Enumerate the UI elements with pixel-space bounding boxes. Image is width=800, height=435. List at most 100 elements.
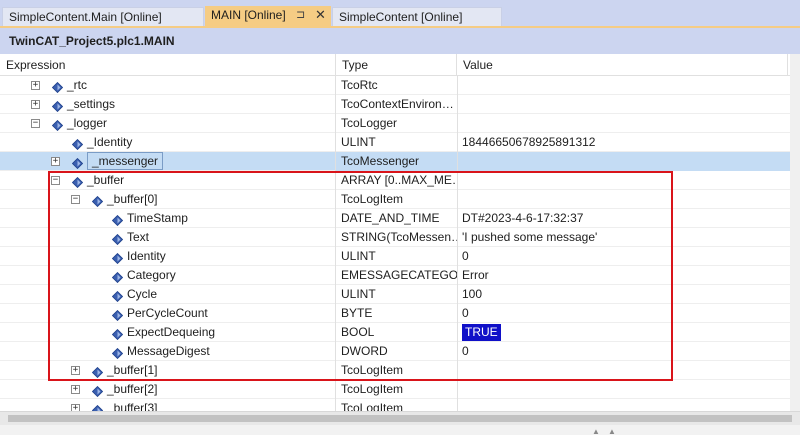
variable-icon (111, 213, 124, 227)
type-cell: DATE_AND_TIME (335, 209, 457, 228)
expression-cell: + _buffer[1] (0, 361, 335, 380)
table-row[interactable]: Text STRING(TcoMessen… 'I pushed some mess… (0, 228, 790, 247)
value-cell[interactable] (457, 190, 790, 209)
type-cell: ULINT (335, 285, 457, 304)
value-cell[interactable]: TRUE (457, 323, 790, 342)
type-cell: ULINT (335, 133, 457, 152)
expand-plus-icon[interactable]: + (71, 404, 80, 411)
value-cell[interactable]: DT#2023-4-6-17:32:37 (457, 209, 790, 228)
tab-label: MAIN [Online] (211, 8, 286, 22)
variable-icon (111, 346, 124, 360)
splitter-grip-icon[interactable]: ▲ (608, 427, 616, 435)
horizontal-scrollbar[interactable] (0, 411, 800, 425)
table-row[interactable]: ExpectDequeing BOOL TRUE (0, 323, 790, 342)
value-cell[interactable] (457, 380, 790, 399)
value-cell[interactable] (457, 361, 790, 380)
variable-icon (71, 175, 84, 189)
value-cell[interactable] (457, 76, 790, 95)
expand-plus-icon[interactable]: + (71, 366, 80, 375)
value-cell[interactable]: Error (457, 266, 790, 285)
column-header-expression[interactable]: Expression (0, 54, 336, 76)
variable-name: PerCycleCount (127, 306, 208, 320)
table-row[interactable]: + _messenger TcoMessenger (0, 152, 790, 171)
type-cell: TcoContextEnviron… (335, 95, 457, 114)
expression-cell: ExpectDequeing (0, 323, 335, 342)
tab-main[interactable]: MAIN [Online] ⊐ ✕ (205, 6, 331, 26)
type-cell: TcoLogItem (335, 399, 457, 411)
tab-simplecontent[interactable]: SimpleContent [Online] (332, 7, 502, 26)
table-row[interactable]: Category EMESSAGECATEGORY Error (0, 266, 790, 285)
column-header-type[interactable]: Type (336, 54, 457, 76)
type-cell: DWORD (335, 342, 457, 361)
type-cell: TcoLogger (335, 114, 457, 133)
value-cell[interactable]: 0 (457, 304, 790, 323)
variable-name: ExpectDequeing (127, 325, 216, 339)
splitter-grip-icon[interactable]: ▲ (592, 427, 600, 435)
expression-cell: Category (0, 266, 335, 285)
value-cell[interactable]: 18446650678925891312 (457, 133, 790, 152)
variable-icon (91, 403, 104, 411)
type-cell: EMESSAGECATEGORY (335, 266, 457, 285)
type-cell: TcoMessenger (335, 152, 457, 171)
variable-icon (111, 327, 124, 341)
expand-plus-icon[interactable]: + (71, 385, 80, 394)
value-cell[interactable] (457, 152, 790, 171)
value-text: 0 (462, 306, 469, 320)
variable-name: Identity (127, 249, 166, 263)
table-row[interactable]: MessageDigest DWORD 0 (0, 342, 790, 361)
table-row[interactable]: Identity ULINT 0 (0, 247, 790, 266)
value-text: 100 (462, 287, 483, 301)
table-row[interactable]: Cycle ULINT 100 (0, 285, 790, 304)
table-row[interactable]: + _buffer[3] TcoLogItem (0, 399, 790, 411)
value-cell[interactable] (457, 171, 790, 190)
type-cell: TcoLogItem (335, 380, 457, 399)
table-row[interactable]: + _buffer[1] TcoLogItem (0, 361, 790, 380)
table-row[interactable]: TimeStamp DATE_AND_TIME DT#2023-4-6-17:32:… (0, 209, 790, 228)
variable-tree-grid: + _rtc TcoRtc + _settings TcoContextEnviron… −… (0, 76, 790, 411)
value-text: 'I pushed some message' (462, 230, 598, 244)
collapse-minus-icon[interactable]: − (71, 195, 80, 204)
column-header-value[interactable]: Value (457, 54, 790, 76)
horizontal-scrollbar-thumb[interactable] (8, 415, 792, 422)
value-cell[interactable]: 0 (457, 342, 790, 361)
table-row[interactable]: − _buffer ARRAY [0..MAX_ME… (0, 171, 790, 190)
tab-label: SimpleContent [Online] (339, 10, 463, 24)
type-cell: ARRAY [0..MAX_ME… (335, 171, 457, 190)
expression-cell: Cycle (0, 285, 335, 304)
table-row[interactable]: + _buffer[2] TcoLogItem (0, 380, 790, 399)
variable-name: Cycle (127, 287, 158, 301)
tab-simplecontent-main[interactable]: SimpleContent.Main [Online] (2, 7, 204, 26)
true-value-badge: TRUE (462, 324, 501, 341)
value-cell[interactable] (457, 399, 790, 411)
vertical-scrollbar[interactable] (790, 54, 800, 411)
table-row[interactable]: PerCycleCount BYTE 0 (0, 304, 790, 323)
value-cell[interactable]: 100 (457, 285, 790, 304)
pin-icon[interactable]: ⊐ (296, 6, 305, 24)
table-row[interactable]: − _buffer[0] TcoLogItem (0, 190, 790, 209)
expression-cell: + _buffer[2] (0, 380, 335, 399)
type-cell: STRING(TcoMessen… (335, 228, 457, 247)
variable-icon (111, 232, 124, 246)
type-cell: TcoRtc (335, 76, 457, 95)
expression-cell: + _settings (0, 95, 335, 114)
table-row[interactable]: _Identity ULINT 18446650678925891312 (0, 133, 790, 152)
table-row[interactable]: + _rtc TcoRtc (0, 76, 790, 95)
value-cell[interactable]: 0 (457, 247, 790, 266)
type-cell: TcoLogItem (335, 190, 457, 209)
variable-name: _buffer[3] (107, 401, 158, 411)
value-cell[interactable]: 'I pushed some message' (457, 228, 790, 247)
table-row[interactable]: + _settings TcoContextEnviron… (0, 95, 790, 114)
value-cell[interactable] (457, 114, 790, 133)
close-icon[interactable]: ✕ (315, 6, 326, 24)
table-row[interactable]: − _logger TcoLogger (0, 114, 790, 133)
collapse-minus-icon[interactable]: − (51, 176, 60, 185)
variable-icon (51, 80, 64, 94)
expand-plus-icon[interactable]: + (51, 157, 60, 166)
value-cell[interactable] (457, 95, 790, 114)
expression-cell: + _messenger (0, 152, 335, 171)
collapse-minus-icon[interactable]: − (31, 119, 40, 128)
variable-name: _logger (67, 116, 108, 130)
expand-plus-icon[interactable]: + (31, 100, 40, 109)
expand-plus-icon[interactable]: + (31, 81, 40, 90)
variable-icon (71, 137, 84, 151)
